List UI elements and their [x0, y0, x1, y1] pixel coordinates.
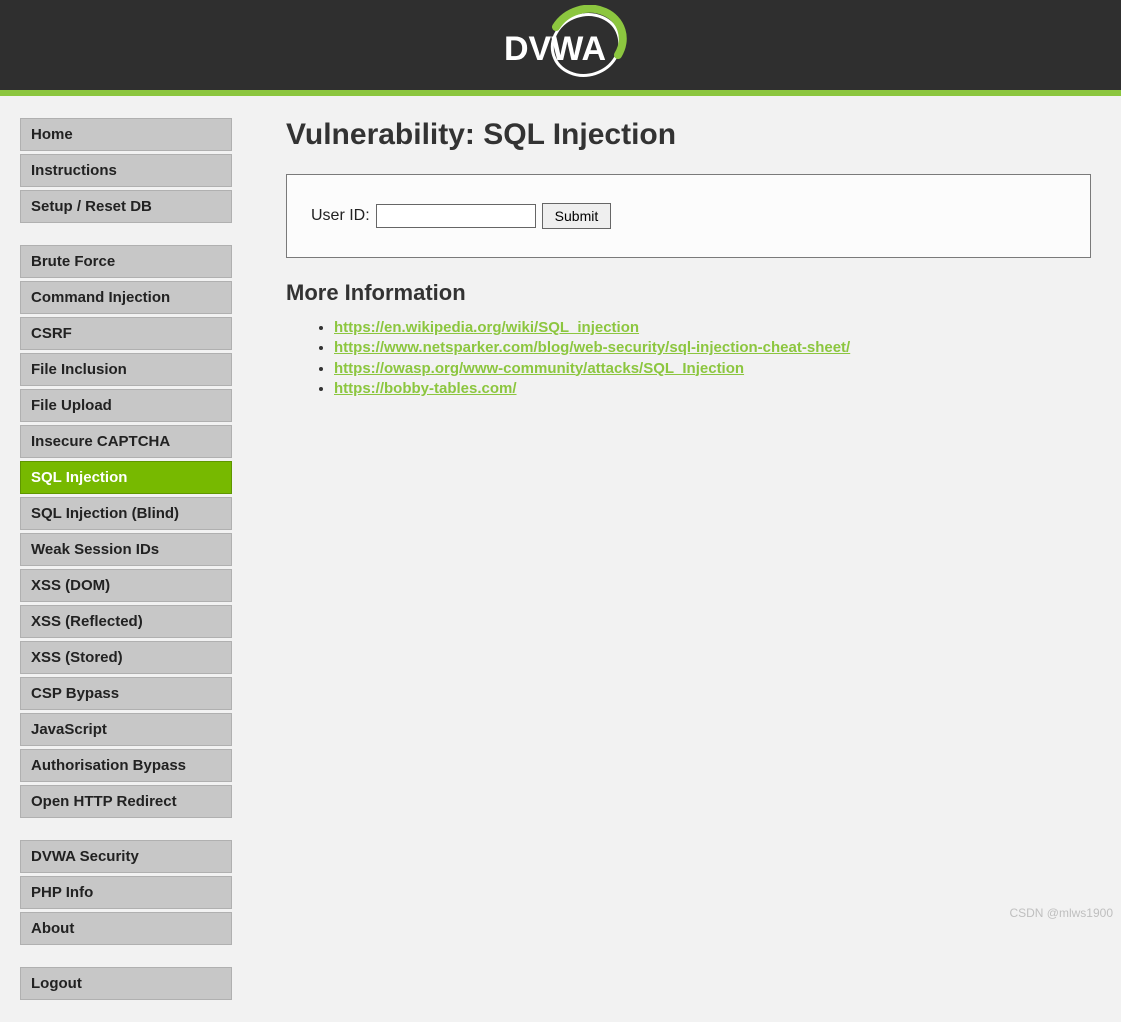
info-link-owasp[interactable]: https://owasp.org/www-community/attacks/…: [334, 360, 744, 377]
more-info-links: https://en.wikipedia.org/wiki/SQL_inject…: [286, 318, 1091, 399]
nav-csrf[interactable]: CSRF: [20, 317, 232, 350]
nav-php-info[interactable]: PHP Info: [20, 876, 232, 909]
nav-logout[interactable]: Logout: [20, 967, 232, 1000]
more-info-heading: More Information: [286, 280, 1091, 306]
info-link-netsparker[interactable]: https://www.netsparker.com/blog/web-secu…: [334, 339, 850, 356]
nav-open-http-redirect[interactable]: Open HTTP Redirect: [20, 785, 232, 818]
nav-instructions[interactable]: Instructions: [20, 154, 232, 187]
nav-xss-dom[interactable]: XSS (DOM): [20, 569, 232, 602]
nav-group-logout: Logout: [20, 967, 232, 1000]
nav-group-vulns: Brute Force Command Injection CSRF File …: [20, 245, 232, 818]
nav-authorisation-bypass[interactable]: Authorisation Bypass: [20, 749, 232, 782]
nav-xss-stored[interactable]: XSS (Stored): [20, 641, 232, 674]
logo-swoosh-icon: DVWA: [486, 5, 636, 85]
nav-xss-reflected[interactable]: XSS (Reflected): [20, 605, 232, 638]
nav-group-meta: DVWA Security PHP Info About: [20, 840, 232, 945]
info-link-wikipedia[interactable]: https://en.wikipedia.org/wiki/SQL_inject…: [334, 319, 639, 336]
user-id-input[interactable]: [376, 204, 536, 228]
logo-text: DVWA: [504, 30, 606, 68]
watermark: CSDN @mlws1900: [1009, 906, 1113, 920]
user-id-label: User ID:: [311, 207, 370, 225]
logo: DVWA: [486, 5, 636, 85]
nav-dvwa-security[interactable]: DVWA Security: [20, 840, 232, 873]
nav-weak-session-ids[interactable]: Weak Session IDs: [20, 533, 232, 566]
header-bar: DVWA: [0, 0, 1121, 96]
info-link-bobby-tables[interactable]: https://bobby-tables.com/: [334, 380, 517, 397]
nav-brute-force[interactable]: Brute Force: [20, 245, 232, 278]
nav-javascript[interactable]: JavaScript: [20, 713, 232, 746]
nav-command-injection[interactable]: Command Injection: [20, 281, 232, 314]
sidebar-nav: Home Instructions Setup / Reset DB Brute…: [0, 118, 236, 1022]
page-title: Vulnerability: SQL Injection: [286, 118, 1091, 152]
nav-sql-injection-blind[interactable]: SQL Injection (Blind): [20, 497, 232, 530]
nav-insecure-captcha[interactable]: Insecure CAPTCHA: [20, 425, 232, 458]
nav-about[interactable]: About: [20, 912, 232, 945]
nav-file-upload[interactable]: File Upload: [20, 389, 232, 422]
nav-csp-bypass[interactable]: CSP Bypass: [20, 677, 232, 710]
main-content: Vulnerability: SQL Injection User ID: Su…: [236, 118, 1121, 399]
nav-sql-injection[interactable]: SQL Injection: [20, 461, 232, 494]
submit-button[interactable]: Submit: [542, 203, 612, 229]
nav-home[interactable]: Home: [20, 118, 232, 151]
form-panel: User ID: Submit: [286, 174, 1091, 258]
nav-file-inclusion[interactable]: File Inclusion: [20, 353, 232, 386]
nav-setup-reset-db[interactable]: Setup / Reset DB: [20, 190, 232, 223]
nav-group-main: Home Instructions Setup / Reset DB: [20, 118, 232, 223]
